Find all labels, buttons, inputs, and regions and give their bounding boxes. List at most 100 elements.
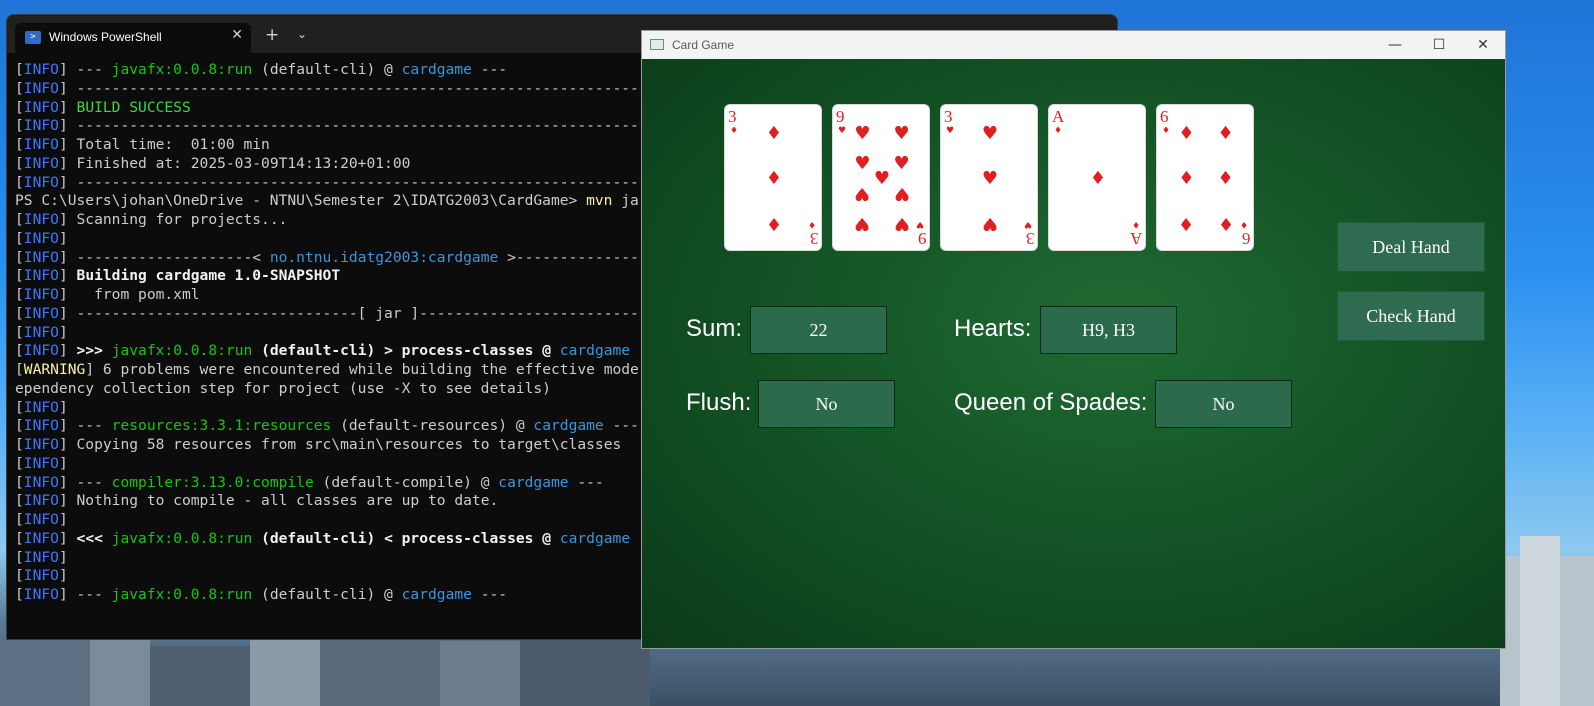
terminal-text: [ (15, 79, 24, 97)
terminal-text: Building cardgame 1.0-SNAPSHOT (76, 267, 341, 285)
terminal-text: INFO (23, 436, 59, 453)
terminal-text: ] --- (58, 473, 112, 491)
terminal-text: ] --------------------------------------… (58, 117, 710, 135)
terminal-text: [ (15, 61, 24, 78)
close-tab-icon[interactable]: ✕ (231, 27, 243, 43)
terminal-text: ] Copying 58 resources from src\main\res… (58, 436, 622, 453)
terminal-text: (default-cli) < process-classes @ (252, 529, 560, 547)
terminal-text: INFO (23, 286, 59, 303)
terminal-text: ] --------------------< (58, 248, 270, 266)
powershell-tab[interactable]: > Windows PowerShell ✕ (15, 23, 251, 53)
hearts-label: Hearts: (954, 315, 1032, 342)
terminal-text: (default-cli) @ (252, 61, 402, 78)
terminal-text: [ (15, 586, 24, 603)
diamonds-icon: ♦ (765, 167, 783, 189)
terminal-text: ] from pom.xml (58, 286, 200, 303)
flush-value: No (758, 380, 895, 428)
terminal-text: ja (612, 192, 639, 210)
queen-of-spades-label: Queen of Spades: (954, 389, 1148, 416)
terminal-text: [ (15, 436, 24, 453)
terminal-text: (default-resources) @ (331, 417, 534, 435)
terminal-text: [ (15, 304, 24, 322)
terminal-text: INFO (23, 117, 59, 135)
hearts-icon: ♥ (1023, 219, 1032, 229)
card-rank: 3 (728, 107, 737, 126)
terminal-text: ] Finished at: 2025-03-09T14:13:20+01:00 (58, 154, 411, 172)
terminal-text: INFO (23, 154, 59, 172)
hearts-icon: ♥ (893, 212, 910, 234)
terminal-text: ] Total time: 01:00 min (58, 136, 270, 153)
card-rank: 9 (917, 229, 927, 248)
playing-card: 9 ♥ 9 ♥ ♥ ♥ ♥ ♥ ♥ ♥ ♥ ♥ ♥ (832, 104, 930, 251)
hearts-icon: ♥ (946, 126, 955, 136)
terminal-text: [ (15, 154, 24, 172)
terminal-text: WARNING (23, 361, 86, 378)
terminal-text: INFO (23, 61, 59, 78)
diamonds-icon: ♦ (1054, 126, 1063, 136)
minimize-button[interactable]: — (1373, 34, 1417, 56)
diamonds-icon: ♦ (1239, 219, 1248, 229)
terminal-text: [ (15, 361, 24, 378)
terminal-text: INFO (23, 548, 59, 566)
hearts-icon: ♥ (854, 183, 871, 205)
terminal-text: compiler:3.13.0:compile (111, 473, 314, 491)
hearts-value: H9, H3 (1040, 306, 1177, 354)
sum-label: Sum: (686, 315, 743, 342)
terminal-text: cardgame (533, 417, 604, 435)
diamonds-icon: ♦ (1178, 212, 1195, 234)
terminal-text: [ (15, 567, 24, 585)
powershell-tab-title: Windows PowerShell (49, 30, 162, 44)
card-rank: A (1129, 229, 1142, 248)
terminal-text: ] (58, 548, 68, 566)
hearts-icon: ♥ (854, 212, 871, 234)
diamonds-icon: ♦ (765, 212, 783, 234)
terminal-text: [ (15, 529, 24, 547)
flush-label: Flush: (686, 389, 752, 416)
terminal-text: INFO (23, 492, 59, 510)
terminal-text: ] 6 problems were encountered while buil… (85, 361, 639, 378)
check-hand-button[interactable]: Check Hand (1337, 291, 1485, 341)
card-rank: 6 (1241, 229, 1251, 248)
hearts-icon: ♥ (981, 212, 999, 234)
playing-card: A ♦ A ♦ ♦ (1048, 104, 1146, 251)
playing-card: 6 ♦ 6 ♦ ♦ ♦ ♦ ♦ ♦ ♦ (1156, 104, 1254, 251)
chevron-down-icon[interactable]: ⌄ (297, 27, 307, 41)
terminal-text: no.ntnu.idatg2003:cardgame (269, 248, 499, 266)
terminal-text: javafx:0.0.8:run (111, 529, 253, 547)
hearts-icon: ♥ (893, 152, 910, 174)
close-button[interactable]: ✕ (1461, 34, 1505, 56)
terminal-text: [ (15, 473, 24, 491)
terminal-text: javafx:0.0.8:run (111, 342, 253, 360)
terminal-text: ] --- (58, 586, 112, 603)
card-game-titlebar[interactable]: Card Game — ☐ ✕ (642, 31, 1505, 59)
terminal-text: INFO (23, 136, 59, 153)
maximize-button[interactable]: ☐ (1417, 34, 1461, 56)
terminal-text: INFO (23, 567, 59, 585)
terminal-text: [ (15, 492, 24, 510)
terminal-text: ] --- (58, 417, 112, 435)
terminal-text: INFO (23, 417, 59, 435)
terminal-text: INFO (23, 342, 59, 360)
terminal-text: ependency collection step for project (u… (15, 379, 551, 397)
card-game-window: Card Game — ☐ ✕ 3 ♦ 3 ♦ ♦ ♦ ♦ 9 ♥ 9 ♥ ♥ ♥ ♥ ♥ ♥ ♥ ♥ ♥ ♥ 3 ♥ 3 ♥… (641, 30, 1506, 649)
powershell-icon: > (25, 31, 41, 44)
diamonds-icon: ♦ (1131, 219, 1140, 229)
new-tab-icon[interactable]: + (265, 25, 279, 45)
terminal-text: [ (15, 248, 24, 266)
terminal-text: javafx:0.0.8:run (111, 586, 253, 603)
card-rank: 3 (809, 229, 819, 248)
terminal-text: [ (15, 229, 24, 247)
terminal-text: INFO (23, 98, 59, 116)
hearts-icon: ♥ (981, 123, 999, 145)
terminal-text: cardgame (401, 61, 472, 78)
hearts-icon: ♥ (981, 167, 999, 189)
terminal-text: INFO (23, 173, 59, 191)
playing-card: 3 ♥ 3 ♥ ♥ ♥ ♥ (940, 104, 1038, 251)
terminal-text: [ (15, 211, 24, 228)
deal-hand-button[interactable]: Deal Hand (1337, 222, 1485, 272)
diamonds-icon: ♦ (1089, 167, 1107, 189)
terminal-text: ] (58, 511, 68, 528)
diamonds-icon: ♦ (1217, 167, 1234, 189)
terminal-text: INFO (23, 586, 59, 603)
terminal-text: [ (15, 267, 24, 285)
